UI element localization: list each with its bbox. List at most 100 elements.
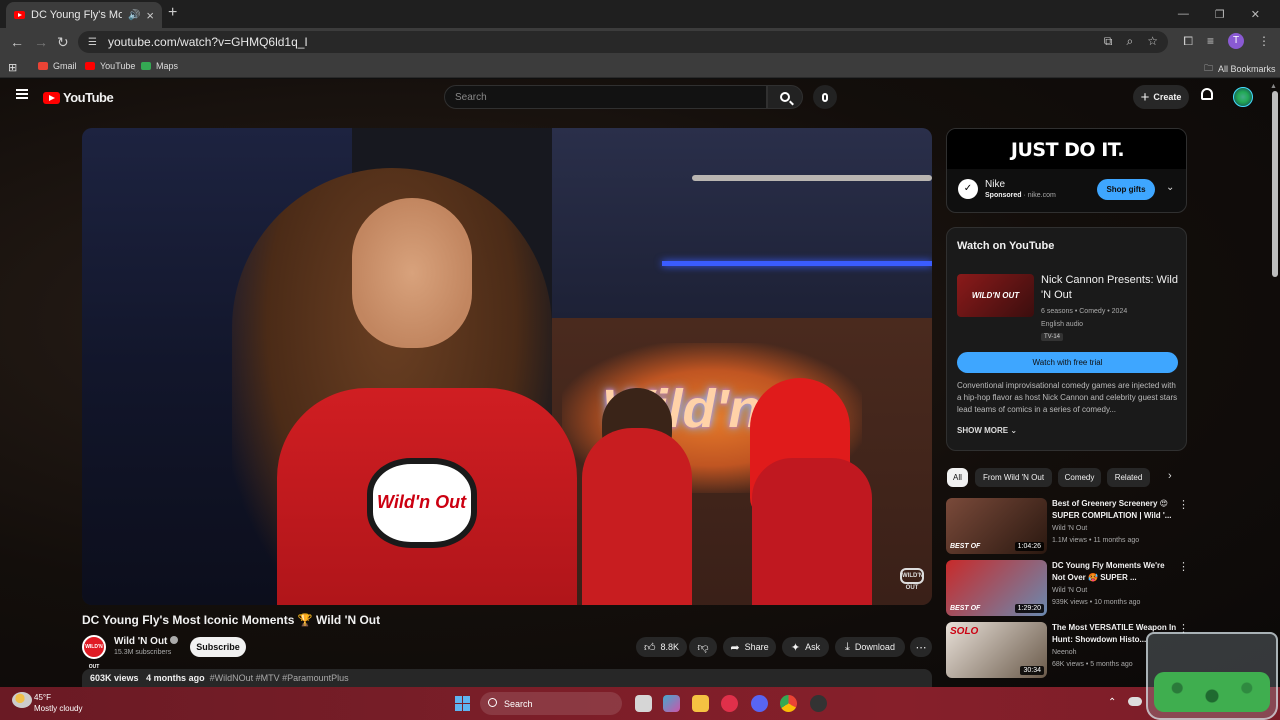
close-tab-icon[interactable]: × [146,8,154,23]
duration-badge: 30:34 [1020,666,1044,675]
chip-from-channel[interactable]: From Wild 'N Out [975,468,1052,487]
forward-icon[interactable]: → [34,34,48,50]
video-thumbnail[interactable]: BEST OF 1:29:20 [946,560,1047,616]
profile-avatar[interactable]: T [1228,33,1244,49]
like-button[interactable]: 👍︎ 8.8K [636,637,687,657]
recommendation-channel[interactable]: Wild 'N Out [1052,525,1087,532]
dislike-button[interactable]: 👎︎ [689,637,717,657]
copilot-icon[interactable] [663,695,680,712]
search-input[interactable]: Search [444,85,767,109]
voice-search-button[interactable] [813,85,837,109]
show-title[interactable]: Nick Cannon Presents: Wild 'N Out [1041,273,1181,303]
channel-avatar[interactable]: WILD'N OUT [82,635,106,670]
video-player[interactable]: Wild'n WILD'N OUT [82,128,932,605]
sponsored-ad-card[interactable]: JUST DO IT. ✓ Nike Sponsored · nike.com … [946,128,1187,213]
new-tab-button[interactable]: + [168,4,177,22]
show-thumbnail[interactable]: WILD'N OUT [957,274,1034,317]
reload-icon[interactable]: ↻ [57,34,69,51]
ad-banner[interactable]: JUST DO IT. [947,129,1186,169]
menu-icon[interactable] [16,89,28,99]
chevron-right-icon[interactable]: › [1168,470,1172,482]
search-button[interactable] [767,85,803,109]
video-thumbnail[interactable]: BEST OF 1:04:26 [946,498,1047,554]
watch-on-youtube-card: Watch on YouTube WILD'N OUT Nick Cannon … [946,227,1187,451]
taskbar-search[interactable]: Search [480,692,622,715]
browser-tab[interactable]: DC Young Fly's Most Iconic 🔊 × [6,2,162,28]
recommendation-item[interactable]: BEST OF 1:04:26 Best of Greenery Screene… [946,498,1196,556]
free-trial-button[interactable]: Watch with free trial [957,352,1178,373]
close-window-icon[interactable]: ✕ [1251,8,1260,21]
page-scrollbar[interactable] [1272,91,1278,277]
account-avatar[interactable] [1233,87,1253,107]
show-more-button[interactable]: SHOW MORE ⌄ [957,426,1017,435]
scroll-up-icon[interactable]: ▲ [1270,83,1277,90]
maximize-icon[interactable]: ❐ [1215,8,1225,21]
install-app-icon[interactable]: ⧉ [1104,34,1113,49]
recommendation-title[interactable]: DC Young Fly Moments We're Not Over 🥵 SU… [1052,560,1177,584]
file-explorer-icon[interactable] [692,695,709,712]
chevron-down-icon: ⌄ [1010,426,1018,435]
video-building [552,128,932,318]
bookmark-star-icon[interactable]: ☆ [1147,34,1158,49]
notifications-bell-icon[interactable] [1201,88,1213,100]
recommendation-channel[interactable]: Wild 'N Out [1052,587,1087,594]
youtube-play-icon [43,91,60,104]
speaker-icon[interactable]: 🔊 [128,10,140,21]
tray-overflow-icon[interactable]: ⌃ [1108,697,1116,708]
share-button[interactable]: ➦ Share [723,637,776,657]
recommendation-title[interactable]: Best of Greenery Screenery 😍 SUPER COMPI… [1052,498,1177,522]
start-button[interactable] [455,696,470,711]
youtube-page: YouTube Search + Create ▲ Wild'n WILD'N O… [0,79,1280,687]
all-bookmarks[interactable]: 🗀 All Bookmarks [1204,61,1276,77]
hashtags[interactable]: #WildNOut #MTV #ParamountPlus [210,673,349,683]
fishbowl-gravel [1154,672,1270,712]
browser-tab-strip: DC Young Fly's Most Iconic 🔊 × + — ❐ ✕ [0,0,1280,28]
discord-icon[interactable] [751,695,768,712]
site-info-icon[interactable]: ☰ [88,37,100,48]
browser-menu-icon[interactable]: ⋮ [1258,34,1270,48]
video-person-body [582,428,692,605]
video-thumbnail[interactable]: SOLO 30:34 [946,622,1047,678]
maps-pin-icon[interactable] [721,695,738,712]
app-icon[interactable] [810,695,827,712]
chrome-icon[interactable] [780,695,797,712]
recommendation-item[interactable]: BEST OF 1:29:20 DC Young Fly Moments We'… [946,560,1196,618]
chip-comedy[interactable]: Comedy [1058,468,1101,487]
more-vertical-icon[interactable]: ⋮ [1178,560,1189,573]
subscribe-button[interactable]: Subscribe [190,637,246,657]
folder-icon: 🗀 [1204,63,1214,73]
media-controls-icon[interactable]: ≡ [1207,34,1214,48]
onedrive-icon[interactable] [1128,697,1142,706]
ask-button[interactable]: ✦ Ask [782,637,829,657]
youtube-icon [85,62,95,70]
chevron-down-icon[interactable]: ⌄ [1166,182,1174,193]
bookmark-gmail[interactable]: Gmail [38,61,77,71]
apps-grid-icon[interactable]: ⊞ [8,61,17,74]
channel-watermark[interactable]: WILD'N OUT [900,568,924,591]
channel-name[interactable]: Wild 'N Out [114,636,179,647]
recommendation-channel[interactable]: Neenoh [1052,649,1077,656]
bookmark-youtube[interactable]: YouTube [85,61,135,71]
create-button[interactable]: + Create [1133,85,1189,109]
shop-gifts-button[interactable]: Shop gifts [1097,179,1155,200]
weather-temperature[interactable]: 45°F [34,693,51,702]
download-button[interactable]: ⤓ Download [835,637,905,657]
omnibox[interactable]: ☰ youtube.com/watch?v=GHMQ6ld1q_I ⧉ ⌕ ☆ [78,31,1168,53]
description-box[interactable]: 603K views 4 months ago #WildNOut #MTV #… [82,669,932,687]
task-view-icon[interactable] [635,695,652,712]
chip-related[interactable]: Related [1107,468,1150,487]
minimize-icon[interactable]: — [1178,8,1189,20]
youtube-logo[interactable]: YouTube [43,90,114,105]
weather-condition[interactable]: Mostly cloudy [34,704,82,713]
extensions-icon[interactable]: ⧠ [1183,34,1193,49]
weather-icon[interactable] [12,692,32,708]
thumbs-down-icon: 👎︎ [697,641,709,654]
subscriber-count: 15.3M subscribers [114,649,172,656]
chip-all[interactable]: All [947,468,968,487]
video-person-red-top [752,458,872,605]
zoom-icon[interactable]: ⌕ [1127,34,1134,49]
bookmark-maps[interactable]: Maps [141,61,178,71]
back-icon[interactable]: ← [10,34,24,50]
more-vertical-icon[interactable]: ⋮ [1178,498,1189,511]
more-actions-button[interactable]: ⋯ [910,637,932,657]
